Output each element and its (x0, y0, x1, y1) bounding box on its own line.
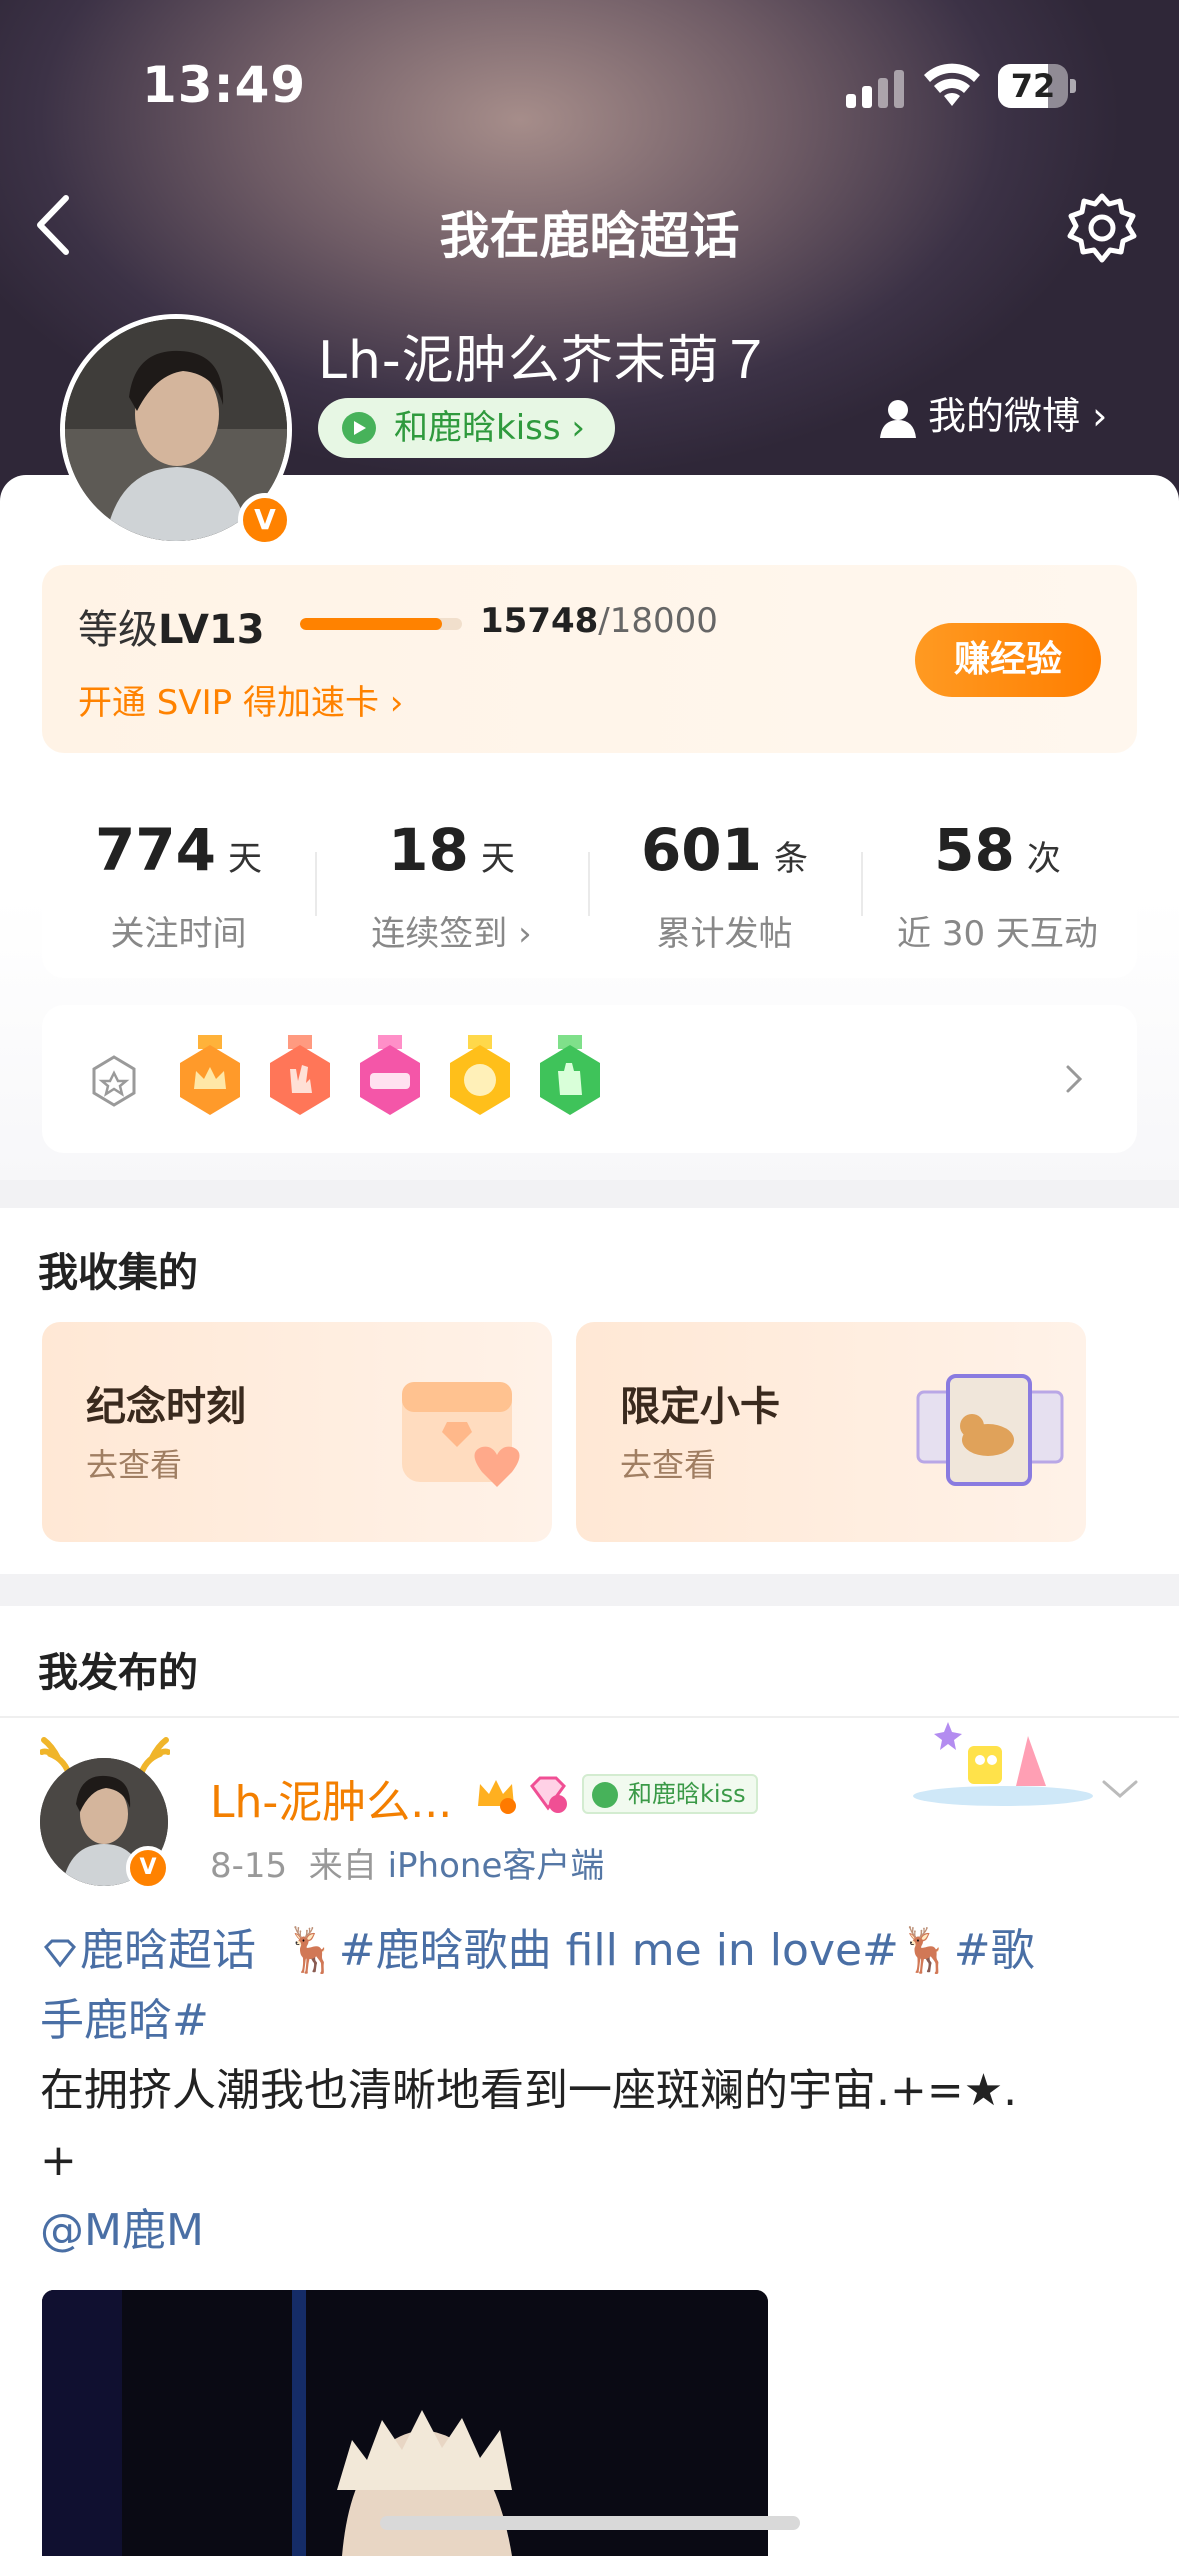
photo-cards-icon (916, 1374, 1064, 1486)
post-author[interactable]: Lh-泥肿么... (210, 1766, 452, 1830)
battery-percent: 72 (1010, 67, 1056, 105)
post-date: 8-15 (210, 1846, 288, 1886)
crown-badge-icon (478, 1780, 516, 1814)
deer-emoji: 🦌 (898, 1925, 954, 1976)
chat-play-icon (342, 412, 376, 444)
level-progress-bar (300, 618, 462, 630)
stats-panel: 774 天 关注时间 18 天 连续签到 › 601 条 累计发帖 58 次 近 30 … (42, 782, 1137, 978)
total-exp: /18000 (598, 601, 718, 641)
person-icon (880, 400, 916, 438)
post-body: 在拥挤人潮我也清晰地看到一座斑斓的宇宙.+=★. (40, 2065, 1018, 2116)
battery-icon: 72 (998, 64, 1076, 108)
post-source: iPhone客户端 (387, 1846, 605, 1886)
medal-outline-icon (92, 1055, 136, 1107)
level-label: 等级LV13 (78, 607, 265, 653)
calendar-heart-icon (402, 1382, 520, 1487)
collected-title: 我收集的 (38, 1250, 198, 1296)
memorial-moments-card[interactable]: 纪念时刻 去查看 (42, 1322, 552, 1542)
post-kiss-badge: 和鹿晗kiss (582, 1774, 758, 1814)
level-value: LV13 (158, 607, 265, 653)
medals-row[interactable] (42, 1005, 1137, 1153)
post-verified-badge: V (126, 1846, 170, 1890)
crown-medal-icon (180, 1035, 240, 1115)
status-time: 13:49 (142, 56, 307, 114)
chevron-down-icon[interactable] (1100, 1778, 1140, 1802)
my-weibo-label: 我的微博 › (928, 394, 1108, 438)
stat-interactions: 58 次 近 30 天互动 (897, 816, 1098, 954)
level-exp: 15748/18000 (480, 601, 718, 641)
status-bar: 13:49 72 (0, 0, 1179, 150)
page-title: 我在鹿晗超话 (439, 207, 740, 265)
hand-medal-icon (270, 1035, 330, 1115)
wifi-icon (924, 63, 980, 106)
diamond-topic-icon (44, 1939, 76, 1968)
level-card: 等级LV13 15748/18000 开通 SVIP 得加速卡 › 赚经验 (42, 565, 1137, 753)
chevron-right-icon (1066, 1065, 1083, 1093)
stat-checkin-days[interactable]: 18 天 连续签到 › (315, 782, 588, 978)
hashtag-singer-part2[interactable]: 手鹿晗# (40, 1995, 209, 2046)
post-content: 鹿晗超话 🦌#鹿晗歌曲 fill me in love#🦌#歌 手鹿晗# 在拥挤… (40, 1916, 1140, 2266)
limited-cards-card[interactable]: 限定小卡 去查看 (576, 1322, 1086, 1542)
user-name: Lh-泥肿么芥末萌７ (318, 331, 773, 391)
stat-follow-days: 774 天 关注时间 (94, 816, 263, 954)
memorial-sub: 去查看 (86, 1446, 183, 1484)
post-source-prefix: 来自 (308, 1846, 377, 1886)
limited-sub: 去查看 (620, 1446, 717, 1484)
chat-play-icon (592, 1782, 618, 1808)
kiss-tag-button[interactable]: 和鹿晗kiss › (318, 398, 615, 458)
cellular-signal-icon (846, 68, 904, 108)
memorial-title: 纪念时刻 (86, 1384, 246, 1430)
home-indicator (380, 2516, 800, 2530)
post-body-end: + (40, 2135, 77, 2186)
published-title: 我发布的 (38, 1650, 198, 1696)
hi-medal-icon (450, 1035, 510, 1115)
wave-medal-icon (540, 1035, 600, 1115)
verified-badge: V (238, 493, 292, 547)
stat-posts: 601 条 累计发帖 (640, 816, 809, 954)
cartoon-sticker-icon (913, 1722, 1093, 1806)
topic-tag[interactable]: 鹿晗超话 (40, 1925, 256, 1976)
deer-emoji: 🦌 (270, 1925, 339, 1976)
hashtag-singer-part1[interactable]: #歌 (954, 1925, 1035, 1976)
mention-link[interactable]: @M鹿M (40, 2205, 204, 2256)
kiss-tag-label: 和鹿晗kiss › (394, 408, 585, 448)
svip-link[interactable]: 开通 SVIP 得加速卡 › (78, 675, 403, 724)
my-weibo-link[interactable]: 我的微博 › (878, 388, 1107, 444)
diamond-badge-icon (530, 1776, 567, 1813)
level-progress-fill (300, 618, 442, 630)
current-exp: 15748 (480, 601, 599, 641)
gear-icon[interactable] (1064, 190, 1140, 266)
earn-exp-button[interactable]: 赚经验 (915, 623, 1101, 697)
lv13-medal-icon (360, 1035, 420, 1115)
hashtag-song[interactable]: #鹿晗歌曲 fill me in love# (339, 1925, 899, 1976)
limited-title: 限定小卡 (620, 1384, 780, 1430)
post-meta: 8-15 来自 iPhone客户端 (210, 1838, 604, 1887)
